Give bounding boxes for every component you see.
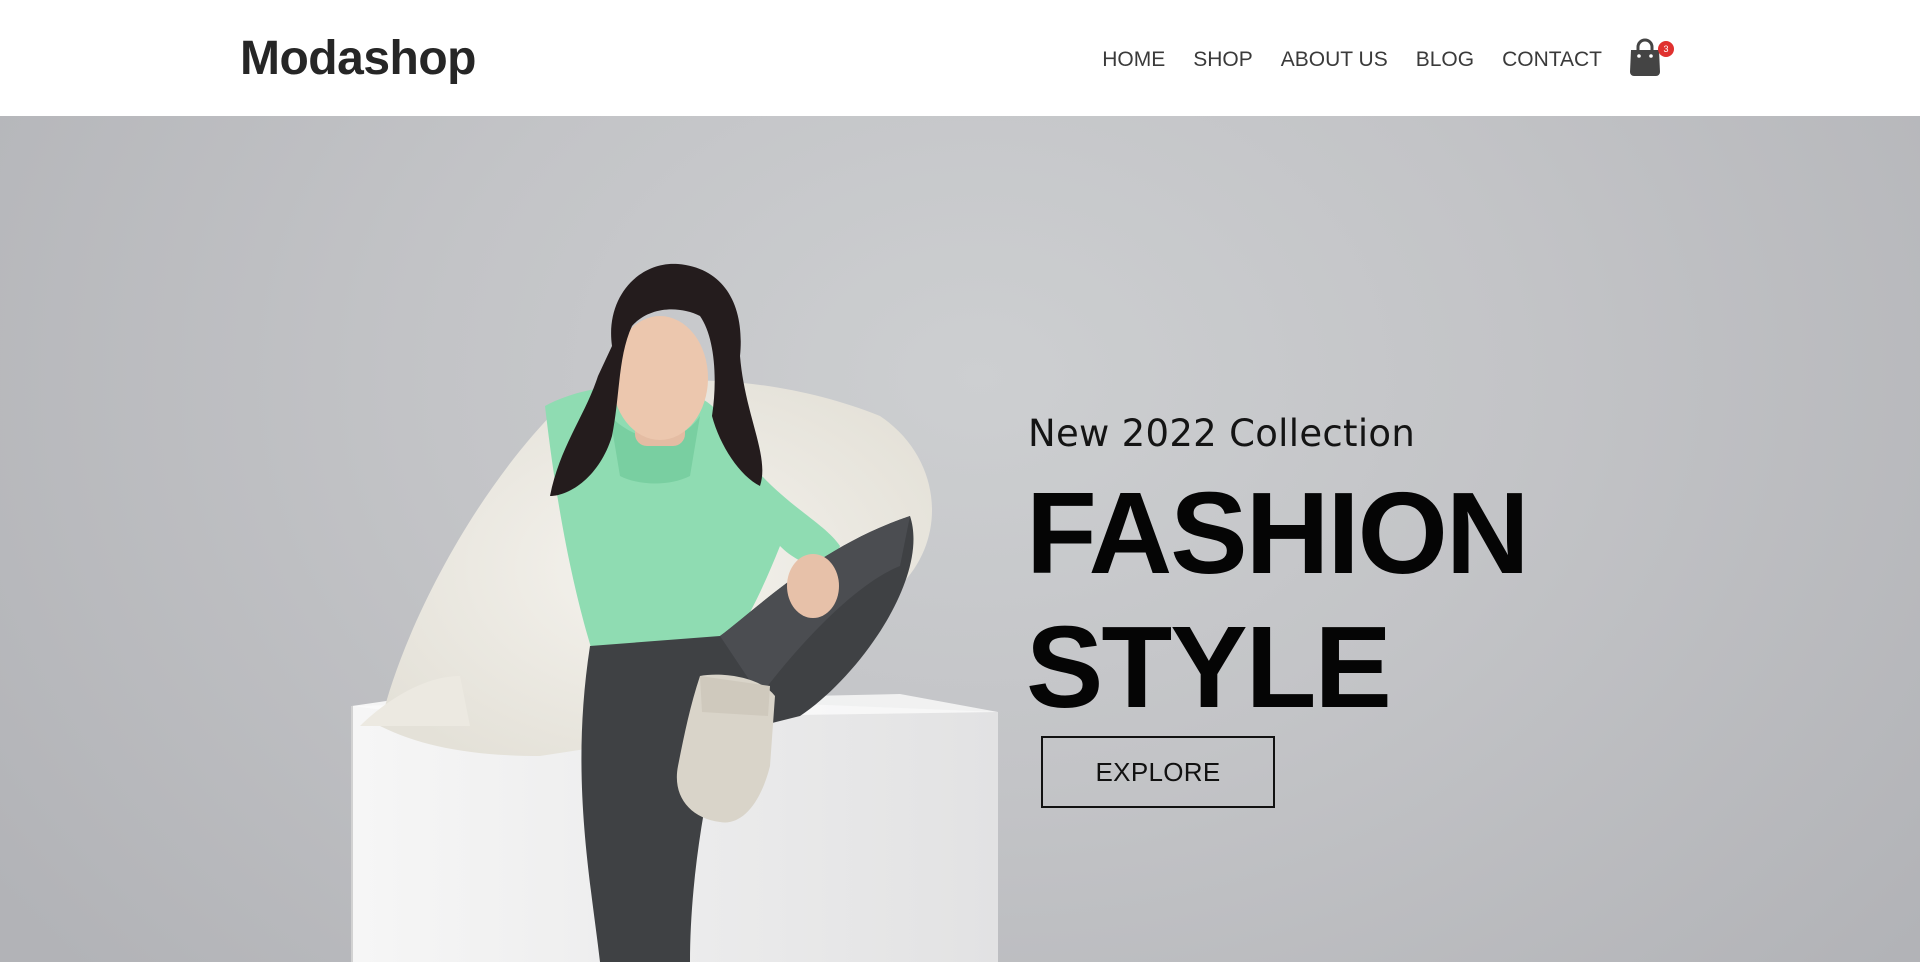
hero-model-photo xyxy=(351,263,998,962)
cart-button[interactable]: 3 xyxy=(1628,38,1674,80)
nav-item-blog[interactable]: BLOG xyxy=(1416,47,1474,73)
nav-item-home[interactable]: HOME xyxy=(1102,47,1165,73)
hero-subtitle: New 2022 Collection xyxy=(1028,412,1416,455)
nav-item-contact[interactable]: CONTACT xyxy=(1502,47,1602,73)
nav-item-shop[interactable]: SHOP xyxy=(1193,47,1253,73)
hero-title-line-2: STYLE xyxy=(1026,602,1392,732)
main-nav: HOME SHOP ABOUT US BLOG CONTACT xyxy=(1074,47,1602,73)
nav-item-about-us[interactable]: ABOUT US xyxy=(1281,47,1388,73)
hero-title: FASHION STYLE xyxy=(1026,466,1530,734)
hero-banner: New 2022 Collection FASHION STYLE EXPLOR… xyxy=(0,116,1920,962)
hero-title-line-1: FASHION xyxy=(1026,468,1530,598)
explore-button[interactable]: EXPLORE xyxy=(1041,736,1275,808)
brand-logo[interactable]: Modashop xyxy=(240,30,476,88)
cart-count-badge: 3 xyxy=(1658,41,1674,57)
shopping-bag-icon xyxy=(1630,38,1660,76)
site-header: Modashop HOME SHOP ABOUT US BLOG CONTACT… xyxy=(0,0,1920,116)
